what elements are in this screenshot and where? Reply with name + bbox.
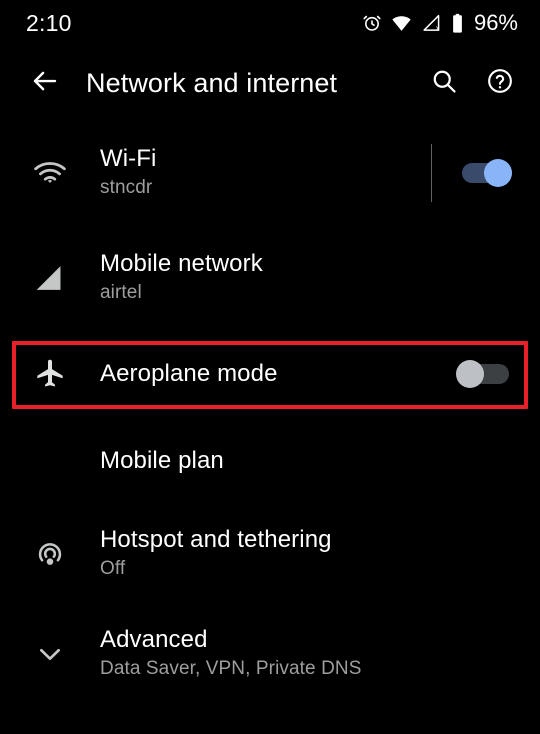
settings-list: Wi-Fi stncdr Mobile network airtel Aerop… bbox=[0, 120, 540, 704]
help-circle-icon bbox=[486, 67, 514, 100]
toggle-thumb bbox=[484, 159, 512, 187]
advanced-row-icon-slot bbox=[0, 638, 100, 670]
vertical-divider bbox=[431, 144, 432, 202]
back-button[interactable] bbox=[14, 52, 76, 114]
wifi-row-end bbox=[431, 144, 540, 202]
cellular-signal-icon bbox=[33, 261, 67, 295]
phone-screen: 2:10 x 96% Network and internet Wi-Fi st… bbox=[0, 0, 540, 734]
toggle-thumb bbox=[456, 360, 484, 388]
search-icon bbox=[430, 67, 458, 100]
svg-text:x: x bbox=[436, 24, 440, 33]
search-button[interactable] bbox=[416, 55, 472, 111]
hotspot-row-icon-slot bbox=[0, 537, 100, 571]
wifi-icon bbox=[32, 155, 68, 191]
list-item-title: Hotspot and tethering bbox=[100, 526, 332, 553]
list-item-subtitle: Data Saver, VPN, Private DNS bbox=[100, 658, 362, 680]
mobile-network-row-icon-slot bbox=[0, 261, 100, 295]
list-item-mobile-plan[interactable]: Mobile plan bbox=[0, 418, 540, 504]
list-item-subtitle: stncdr bbox=[100, 177, 153, 199]
battery-percentage: 96% bbox=[473, 10, 518, 35]
wifi-icon bbox=[391, 13, 412, 33]
cellular-signal-off-icon: x bbox=[421, 13, 442, 33]
list-item-subtitle: Off bbox=[100, 558, 126, 580]
airplane-icon bbox=[34, 358, 66, 390]
mobile-plan-row-text: Mobile plan bbox=[100, 447, 512, 475]
alarm-clock-icon bbox=[362, 13, 382, 33]
wifi-row-icon-slot bbox=[0, 155, 100, 191]
list-item-title: Aeroplane mode bbox=[100, 359, 278, 387]
help-button[interactable] bbox=[472, 55, 528, 111]
status-bar-icons: x 96% bbox=[362, 12, 518, 34]
mobile-network-row-text: Mobile network airtel bbox=[100, 250, 512, 306]
list-item-subtitle: airtel bbox=[100, 282, 142, 304]
page-title: Network and internet bbox=[86, 67, 338, 98]
hotspot-row-text: Hotspot and tethering Off bbox=[100, 526, 512, 582]
list-item-advanced[interactable]: Advanced Data Saver, VPN, Private DNS bbox=[0, 604, 540, 704]
wifi-toggle-switch[interactable] bbox=[456, 159, 512, 187]
list-item-title: Wi-Fi bbox=[100, 145, 157, 172]
aeroplane-row-text: Aeroplane mode bbox=[100, 360, 456, 388]
hotspot-icon bbox=[33, 537, 67, 571]
wifi-row-text: Wi-Fi stncdr bbox=[100, 145, 431, 201]
toolbar: Network and internet bbox=[0, 52, 540, 114]
list-item-title: Mobile network bbox=[100, 250, 263, 277]
list-item-hotspot-tethering[interactable]: Hotspot and tethering Off bbox=[0, 504, 540, 604]
list-item-aeroplane-mode[interactable]: Aeroplane mode bbox=[0, 330, 540, 418]
list-item-title: Mobile plan bbox=[100, 446, 224, 474]
aeroplane-mode-toggle-switch[interactable] bbox=[456, 360, 512, 388]
back-arrow-icon bbox=[30, 66, 60, 101]
aeroplane-row-icon-slot bbox=[0, 358, 100, 390]
battery-icon bbox=[451, 13, 464, 34]
chevron-down-icon bbox=[34, 638, 66, 670]
aeroplane-row-end bbox=[456, 360, 540, 388]
list-item-mobile-network[interactable]: Mobile network airtel bbox=[0, 226, 540, 330]
status-bar: 2:10 x 96% bbox=[0, 0, 540, 46]
list-item-title: Advanced bbox=[100, 626, 208, 653]
list-item-wifi[interactable]: Wi-Fi stncdr bbox=[0, 120, 540, 226]
advanced-row-text: Advanced Data Saver, VPN, Private DNS bbox=[100, 626, 512, 682]
status-bar-clock: 2:10 bbox=[26, 9, 72, 36]
